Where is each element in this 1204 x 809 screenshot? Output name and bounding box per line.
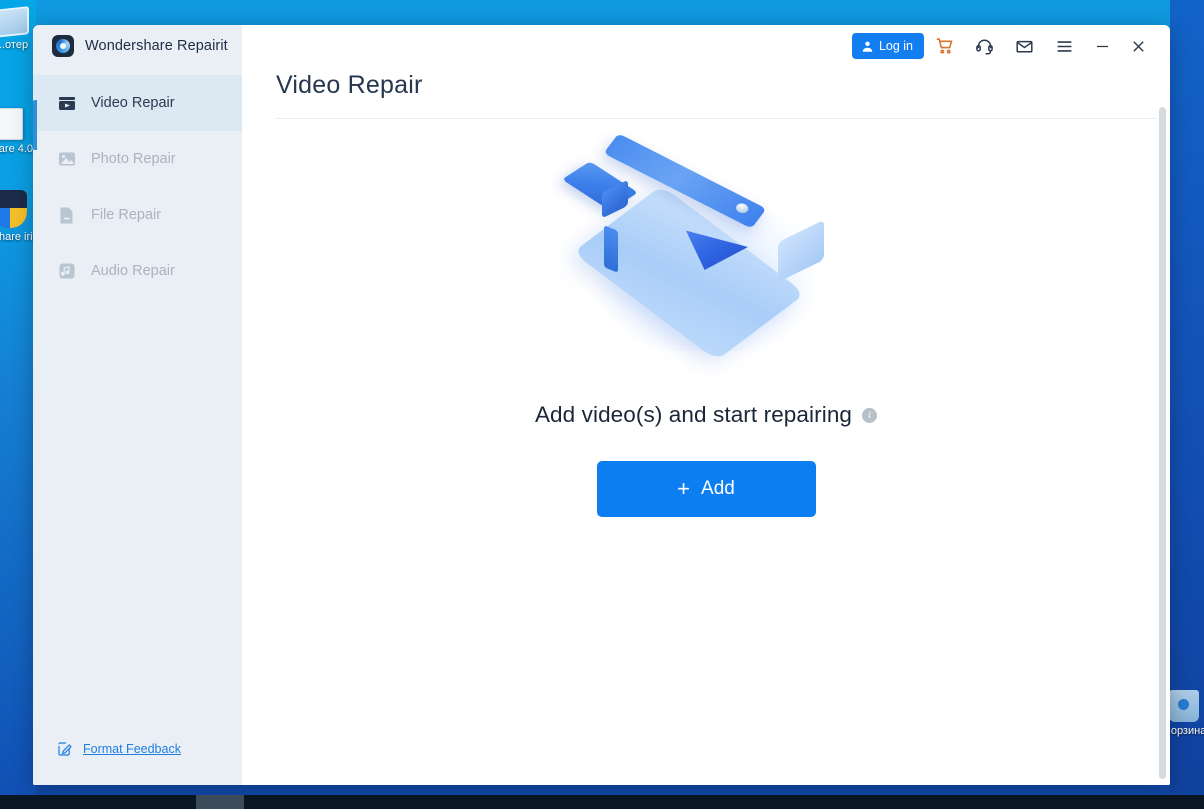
wondershare-logo-icon [52,35,74,57]
login-button[interactable]: Log in [852,33,924,59]
empty-state: Add video(s) and start repairing i + Add [242,67,1170,785]
content-scrollbar[interactable] [1159,107,1166,779]
photo-icon [58,150,76,168]
recycle-bin-icon [1169,690,1199,722]
video-icon [58,94,76,112]
wondershare-repairit-window: Wondershare Repairit Video Repair Photo … [33,25,1170,785]
sidebar-item-file-repair[interactable]: File Repair [33,187,242,243]
shield-icon [0,190,27,228]
sidebar-item-label: File Repair [91,207,161,223]
app-title: Wondershare Repairit [85,38,228,54]
add-button-label: Add [701,478,735,500]
taskbar-active-item[interactable] [196,795,244,809]
illustration-bar-leg [604,225,618,273]
login-button-label: Log in [879,39,913,53]
sidebar-item-label: Video Repair [91,95,175,111]
title-divider [276,118,1156,119]
video-file-illustration [556,146,856,356]
add-button[interactable]: + Add [597,461,816,517]
window-titlebar: Log in [242,25,1170,67]
sidebar-item-video-repair[interactable]: Video Repair [33,75,242,131]
hamburger-menu-icon[interactable] [1044,29,1084,63]
minimize-button[interactable] [1084,29,1120,63]
content-area: Log in [242,25,1170,785]
taskbar [0,795,1204,809]
sidebar-nav: Video Repair Photo Repair File Repair [33,75,242,299]
desktop-wallpaper-right [1170,0,1204,795]
desktop-background: ...отер ...share 4.0.... ...share irit .… [0,0,1204,809]
headline-row: Add video(s) and start repairing i [535,402,877,428]
empty-state-headline: Add video(s) and start repairing [535,402,852,428]
sidebar-item-label: Audio Repair [91,263,175,279]
app-brand: Wondershare Repairit [33,25,242,67]
page-title: Video Repair [276,71,422,100]
cart-icon[interactable] [924,29,964,63]
sidebar-item-audio-repair[interactable]: Audio Repair [33,243,242,299]
edit-square-icon [57,741,73,757]
document-icon [0,108,23,140]
user-icon [861,40,874,53]
sidebar-footer: Format Feedback [33,741,242,785]
mail-icon[interactable] [1004,29,1044,63]
headset-icon[interactable] [964,29,1004,63]
window-left-accent [33,100,37,150]
audio-icon [58,262,76,280]
sidebar-item-photo-repair[interactable]: Photo Repair [33,131,242,187]
close-button[interactable] [1120,29,1156,63]
monitor-icon [0,6,29,38]
format-feedback-link[interactable]: Format Feedback [83,742,181,756]
sidebar-item-label: Photo Repair [91,151,176,167]
sidebar: Wondershare Repairit Video Repair Photo … [33,25,242,785]
file-icon [58,206,76,224]
plus-icon: + [677,478,690,500]
info-icon[interactable]: i [862,408,877,423]
